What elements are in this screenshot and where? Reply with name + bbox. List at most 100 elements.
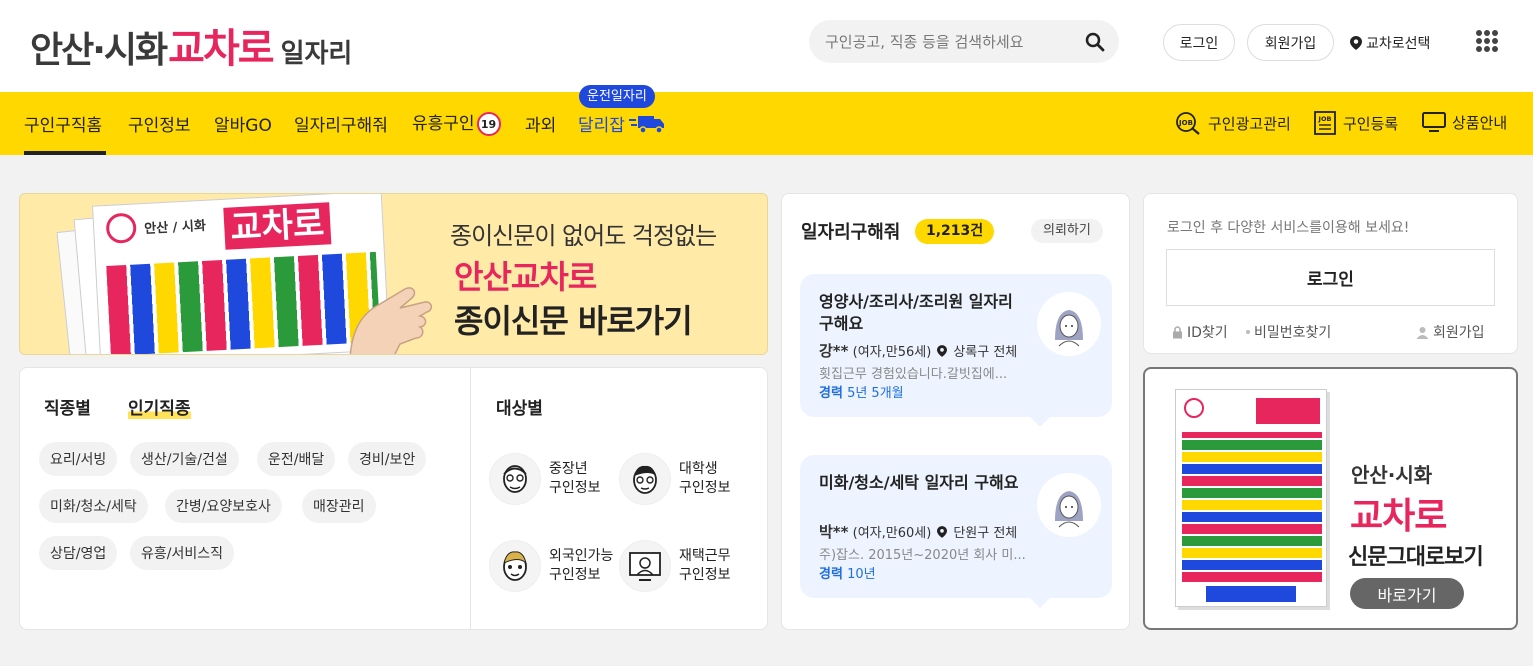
chip-store-management[interactable]: 매장관리 [302,489,376,523]
banner-line2: 안산교차로 [454,258,597,296]
chip-caregiver[interactable]: 간병/요양보호사 [165,489,282,523]
nav-item-home[interactable]: 구인구직홈 [24,111,102,136]
banner-line3: 종이신문 바로가기 [454,302,693,340]
student-avatar-icon [619,453,671,505]
target-student-label: 대학생 [679,461,718,477]
newspaper-thumbnail [1175,389,1327,607]
panel-divider [470,368,471,630]
target-remote[interactable]: 재택근무 구인정보 [619,540,731,592]
location-pin-icon [937,344,948,357]
np-brand: 교차로 [223,202,332,250]
paper-ad-go-button[interactable]: 바로가기 [1350,578,1464,609]
target-foreigner[interactable]: 외국인가능 구인정보 [489,540,613,592]
chip-driving-delivery[interactable]: 운전/배달 [257,442,336,476]
banner-line1: 종이신문이 없어도 걱정없는 [450,222,717,250]
location-pin-icon [1350,36,1362,50]
find-password-label: 비밀번호찾기 [1254,325,1332,341]
mini-seal-icon [1184,398,1204,418]
resume-card-tail [1030,417,1050,427]
logo-brand: 교차로 [168,26,274,72]
login-message: 로그인 후 다양한 서비스를이용해 보세요! [1167,220,1410,236]
chip-nightlife-service[interactable]: 유흥/서비스직 [130,536,234,570]
resume-card[interactable]: 미화/청소/세탁 일자리 구해요 박** (여자,만60세) 단원구 전체 주)… [800,455,1112,608]
resume-description: 주)잡스. 2015년~2020년 회사 미... [819,548,1026,563]
paper-view-banner[interactable]: 안산·시화 교차로 신문그대로보기 바로가기 [1143,367,1518,630]
chip-cleaning[interactable]: 미화/청소/세탁 [39,489,148,523]
resume-person: 박** (여자,만60세) 단원구 전체 [819,521,1017,542]
apps-grid-icon[interactable] [1476,30,1498,52]
nav-product-info[interactable]: 상품안내 [1422,111,1507,133]
target-remote-label: 재택근무 [679,548,731,564]
request-button[interactable]: 의뢰하기 [1031,219,1103,243]
login-submit-button[interactable]: 로그인 [1166,249,1495,306]
hand-illustration [349,287,433,354]
mini-masthead [1256,398,1320,424]
seeker-panel: 일자리구해줘 1,213건 의뢰하기 영양사/조리사/조리원 일자리 구해요 강… [781,193,1130,630]
paper-ad-line3: 신문그대로보기 [1348,545,1484,570]
female-avatar-icon [1037,473,1101,537]
svg-text:JOB: JOB [1178,119,1193,127]
join-link[interactable]: 회원가입 [1416,322,1485,342]
user-icon [1416,326,1429,339]
resume-person: 강** (여자,만56세) 상록구 전체 [819,340,1017,361]
newspaper-banner[interactable]: 안산 / 시화 교차로 종이신문이 없어도 걱정없는 안산교차로 종이신문 바로… [19,193,768,355]
find-password-link[interactable]: 비밀번호찾기 [1246,322,1331,342]
resume-title: 영양사/조리사/조리원 일자리 구해요 [819,292,1013,333]
nav-item-dallijob[interactable]: 달리잡 [578,111,665,136]
target-foreigner-label: 외국인가능 [549,548,614,564]
tab-popular-jobs[interactable]: 인기직종 [128,394,191,419]
header: 안산·시화 교차로 일자리 로그인 회원가입 교차로선택 [0,0,1533,92]
target-middle-aged[interactable]: 중장년 구인정보 [489,453,601,505]
resume-card-tail [1030,598,1050,608]
seeker-count-badge: 1,213건 [915,219,995,244]
search-input[interactable] [825,32,1079,51]
nav-ad-manage[interactable]: JOB 구인광고관리 [1174,111,1291,135]
lock-icon [1173,325,1182,338]
female-avatar-icon [1037,292,1101,356]
tab-by-job[interactable]: 직종별 [44,394,91,419]
svg-text:JOB: JOB [1318,115,1332,123]
monitor-icon [1422,112,1446,132]
region-select[interactable]: 교차로선택 [1350,33,1430,53]
search-icon[interactable] [1085,32,1105,52]
job-document-icon: JOB [1314,111,1336,135]
main-nav: 구인구직홈 구인정보 알바GO 일자리구해줘 유흥구인 19 과외 달리잡 JOB… [0,92,1533,155]
nav-item-nightlife[interactable]: 유흥구인 19 [412,109,501,136]
find-id-label: ID찾기 [1187,325,1228,341]
find-id-link[interactable]: ID찾기 [1172,322,1228,342]
target-student-sub: 구인정보 [679,480,731,496]
login-button[interactable]: 로그인 [1163,24,1235,61]
remote-work-avatar-icon [619,540,671,592]
nav-job-register[interactable]: JOB 구인등록 [1313,111,1398,135]
chip-security[interactable]: 경비/보안 [348,442,427,476]
separator-dot [1246,330,1250,334]
resume-experience-value: 5년 5개월 [847,386,904,401]
target-student[interactable]: 대학생구인정보 [619,453,731,505]
seeker-title: 일자리구해줘 [801,222,901,243]
chip-cooking-serving[interactable]: 요리/서빙 [39,442,118,476]
chip-sales-consulting[interactable]: 상담/영업 [39,536,118,570]
tab-by-target[interactable]: 대상별 [496,394,543,419]
paper-ad-line1: 안산·시화 [1351,463,1433,487]
nav-item-albago[interactable]: 알바GO [214,111,272,136]
adult-19-badge: 19 [476,112,501,136]
nav-active-indicator [24,151,106,155]
resume-description: 횟집근무 경험있습니다.갈빗집에... [819,367,1008,382]
chip-production-tech[interactable]: 생산/기술/건설 [130,442,239,476]
search-bar [809,20,1119,63]
join-label: 회원가입 [1433,325,1485,341]
resume-experience: 경력 10년 [819,563,876,582]
resume-experience-label: 경력 [819,567,843,582]
category-panel: 직종별 인기직종 요리/서빙 생산/기술/건설 운전/배달 경비/보안 미화/청… [19,367,768,630]
drive-job-tag[interactable]: 운전일자리 [579,85,655,108]
target-middle-aged-sub: 구인정보 [549,480,601,496]
nav-item-seeker[interactable]: 일자리구해줘 [294,111,388,136]
nav-item-tutoring[interactable]: 과외 [525,111,556,136]
signup-button[interactable]: 회원가입 [1247,24,1334,61]
paper-ad-line2: 교차로 [1350,496,1447,537]
region-select-label: 교차로선택 [1366,36,1431,52]
nav-item-dallijob-label: 달리잡 [578,116,625,136]
nav-item-jobs[interactable]: 구인정보 [128,111,191,136]
resume-card[interactable]: 영양사/조리사/조리원 일자리 구해요 강** (여자,만56세) 상록구 전체… [800,274,1112,427]
site-logo[interactable]: 안산·시화 교차로 일자리 [30,16,352,72]
